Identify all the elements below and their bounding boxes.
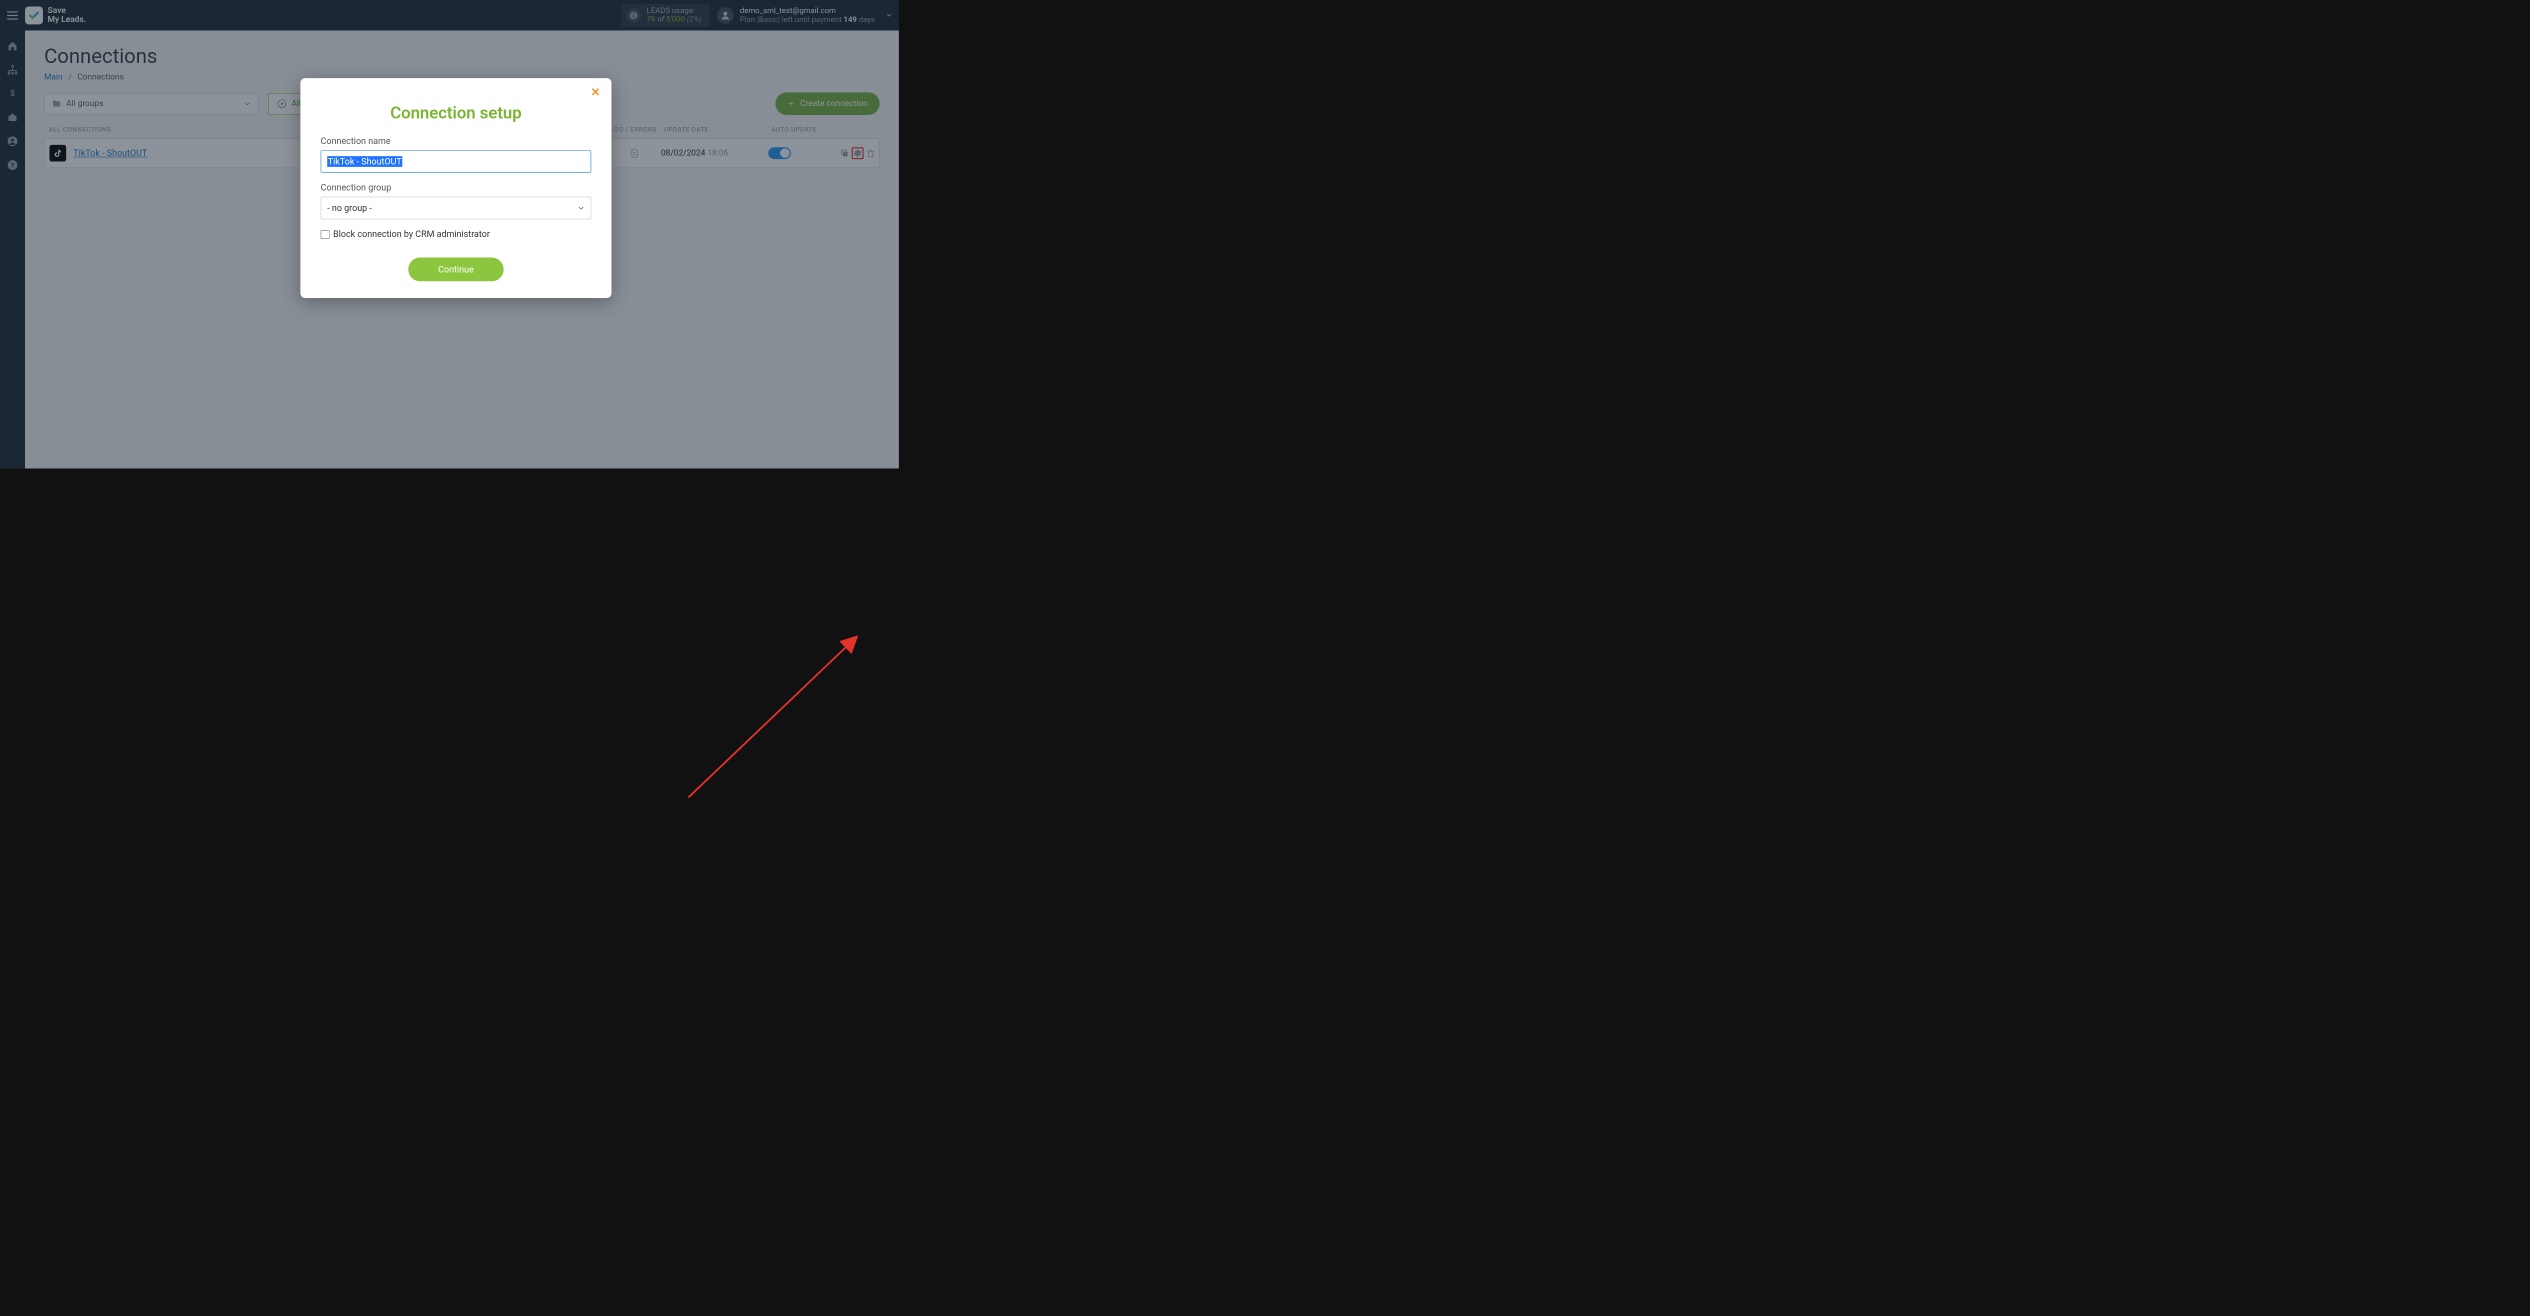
connection-name-input[interactable]: TikTok - ShoutOUT: [321, 150, 592, 173]
close-icon: [590, 86, 601, 97]
continue-button[interactable]: Continue: [408, 257, 503, 281]
connection-group-select[interactable]: - no group -: [321, 197, 592, 220]
modal-title: Connection setup: [321, 103, 592, 123]
connection-group-value: - no group -: [327, 203, 372, 214]
block-connection-label: Block connection by CRM administrator: [333, 229, 490, 240]
annotation-arrow: [0, 468, 899, 936]
connection-group-label: Connection group: [321, 182, 592, 193]
connection-name-label: Connection name: [321, 136, 592, 147]
block-connection-checkbox[interactable]: [321, 230, 330, 239]
modal-close-button[interactable]: [590, 86, 601, 99]
chevron-down-icon: [578, 204, 585, 211]
connection-name-value: TikTok - ShoutOUT: [327, 156, 402, 167]
connection-setup-modal: Connection setup Connection name TikTok …: [300, 78, 611, 298]
